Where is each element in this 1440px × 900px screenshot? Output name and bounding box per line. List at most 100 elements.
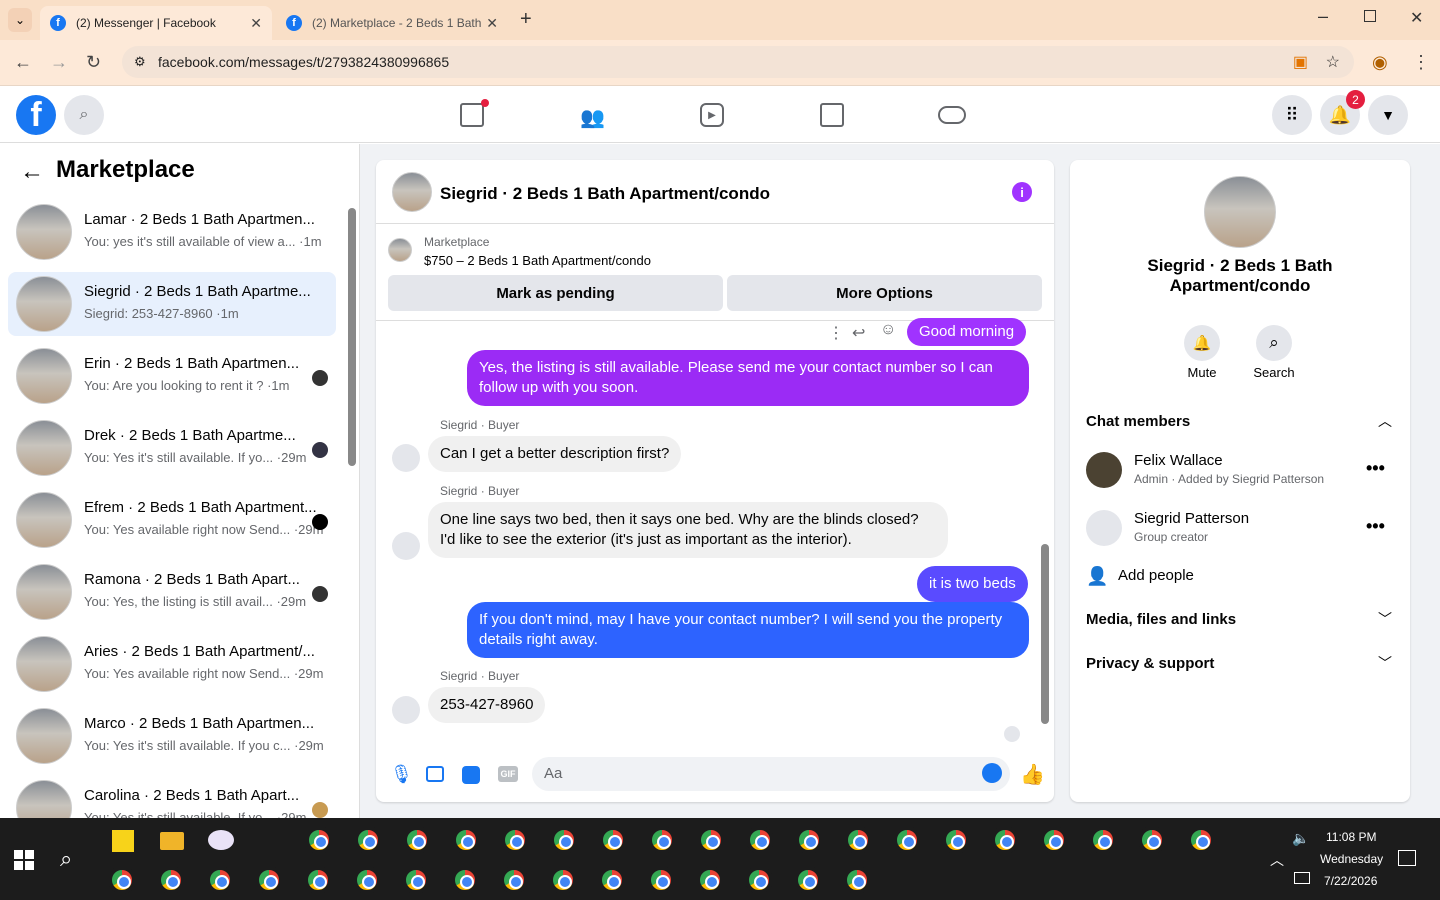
- windows-start-icon[interactable]: [14, 850, 34, 870]
- conversation-item[interactable]: Erin · 2 Beds 1 Bath Apartmen... You: Are…: [8, 344, 336, 408]
- chat-title[interactable]: Siegrid · 2 Beds 1 Bath Apartment/condo: [440, 184, 770, 204]
- chrome-window-icon[interactable]: [991, 826, 1019, 854]
- conversation-item[interactable]: Marco · 2 Beds 1 Bath Apartmen... You: Ye…: [8, 704, 336, 768]
- emoji-icon[interactable]: [982, 763, 1002, 783]
- chrome-window-icon[interactable]: [794, 866, 822, 894]
- url-field[interactable]: ⚙ facebook.com/messages/t/27938243809968…: [122, 46, 1354, 78]
- conversation-item[interactable]: Ramona · 2 Beds 1 Bath Apart... You: Yes,…: [8, 560, 336, 624]
- menu-grid-icon[interactable]: ⠿: [1272, 95, 1312, 135]
- chrome-menu-icon[interactable]: ⋮: [1412, 52, 1430, 73]
- message-incoming[interactable]: One line says two bed, then it says one …: [428, 502, 948, 558]
- chrome-window-icon[interactable]: [746, 826, 774, 854]
- message-input[interactable]: Aa: [532, 757, 1010, 791]
- chat-avatar[interactable]: [392, 172, 432, 212]
- close-window-button[interactable]: ✕: [1410, 8, 1423, 28]
- gif-icon[interactable]: GIF: [498, 766, 518, 782]
- volume-icon[interactable]: 🔈: [1292, 830, 1309, 847]
- sender-avatar[interactable]: [392, 696, 420, 724]
- conversation-item[interactable]: Carolina · 2 Beds 1 Bath Apart... You: Ye…: [8, 776, 336, 818]
- member-options-icon[interactable]: •••: [1366, 516, 1385, 537]
- clock-day[interactable]: Wednesday: [1320, 852, 1383, 866]
- account-chevron-icon[interactable]: ▼: [1368, 95, 1408, 135]
- message-outgoing[interactable]: it is two beds: [917, 566, 1028, 602]
- sticky-notes-icon[interactable]: [112, 830, 134, 852]
- sender-avatar[interactable]: [392, 444, 420, 472]
- chrome-window-icon[interactable]: [501, 826, 529, 854]
- new-tab-button[interactable]: +: [520, 8, 532, 31]
- chrome-window-icon[interactable]: [843, 866, 871, 894]
- network-icon[interactable]: [1294, 872, 1310, 884]
- clock-date[interactable]: 7/22/2026: [1324, 874, 1377, 888]
- chrome-window-icon[interactable]: [1089, 826, 1117, 854]
- react-icon[interactable]: ☺: [880, 321, 896, 339]
- notification-center-icon[interactable]: [1398, 850, 1416, 866]
- member-options-icon[interactable]: •••: [1366, 458, 1385, 479]
- chrome-window-icon[interactable]: [647, 866, 675, 894]
- listing-thumbnail[interactable]: [388, 238, 412, 262]
- mute-bell-icon[interactable]: 🔔: [1184, 325, 1220, 361]
- chrome-window-icon[interactable]: [893, 826, 921, 854]
- chevron-down-icon[interactable]: ﹀: [1378, 653, 1392, 673]
- chrome-window-icon[interactable]: [549, 866, 577, 894]
- show-hidden-icons[interactable]: ︿: [1270, 850, 1284, 870]
- chrome-window-icon[interactable]: [1187, 826, 1215, 854]
- clock-time[interactable]: 11:08 PM: [1326, 830, 1376, 844]
- chrome-window-icon[interactable]: [648, 826, 676, 854]
- message-outgoing[interactable]: Good morning: [907, 318, 1027, 346]
- media-files-links-header[interactable]: Media, files and links: [1086, 611, 1236, 628]
- member-avatar[interactable]: [1086, 452, 1122, 488]
- sticker-icon[interactable]: [462, 766, 480, 784]
- reply-icon[interactable]: ↩: [852, 323, 865, 343]
- chrome-window-icon[interactable]: [354, 826, 382, 854]
- chrome-window-icon[interactable]: [403, 826, 431, 854]
- conversation-item[interactable]: Aries · 2 Beds 1 Bath Apartment/... You: …: [8, 632, 336, 696]
- home-icon[interactable]: [460, 103, 484, 127]
- chrome-window-icon[interactable]: [305, 826, 333, 854]
- conversation-item[interactable]: Drek · 2 Beds 1 Bath Apartme... You: Yes …: [8, 416, 336, 480]
- sidebar-scrollbar[interactable]: [348, 208, 356, 466]
- chrome-window-icon[interactable]: [500, 866, 528, 894]
- gaming-icon[interactable]: [938, 106, 966, 124]
- install-app-icon[interactable]: ▣: [1293, 52, 1308, 72]
- bookmark-star-icon[interactable]: ☆: [1326, 52, 1340, 72]
- chrome-window-icon[interactable]: [1138, 826, 1166, 854]
- facebook-logo[interactable]: f: [16, 95, 56, 135]
- friends-icon[interactable]: 👥: [580, 105, 605, 130]
- chrome-window-icon[interactable]: [108, 866, 136, 894]
- info-icon[interactable]: i: [1012, 182, 1032, 202]
- message-outgoing[interactable]: Yes, the listing is still available. Ple…: [467, 350, 1029, 406]
- chrome-window-icon[interactable]: [451, 866, 479, 894]
- privacy-support-header[interactable]: Privacy & support: [1086, 655, 1214, 672]
- chrome-window-icon[interactable]: [550, 826, 578, 854]
- add-people-button[interactable]: Add people: [1118, 567, 1194, 584]
- tab-messenger[interactable]: f (2) Messenger | Facebook ✕: [40, 6, 272, 40]
- chrome-window-icon[interactable]: [1040, 826, 1068, 854]
- message-outgoing[interactable]: If you don't mind, may I have your conta…: [467, 602, 1029, 658]
- marketplace-icon[interactable]: [820, 103, 844, 127]
- file-explorer-icon[interactable]: [160, 832, 184, 850]
- chrome-window-icon[interactable]: [255, 866, 283, 894]
- watch-icon[interactable]: ▶: [700, 103, 724, 127]
- profile-icon[interactable]: ◉: [1372, 52, 1388, 73]
- taskbar-search-icon[interactable]: ⌕: [60, 846, 72, 872]
- chevron-up-icon[interactable]: ︿: [1378, 411, 1392, 431]
- member-name[interactable]: Siegrid Patterson: [1134, 510, 1249, 527]
- close-tab-icon[interactable]: ✕: [250, 15, 262, 32]
- listing-description[interactable]: $750 – 2 Beds 1 Bath Apartment/condo: [424, 253, 651, 268]
- details-avatar[interactable]: [1204, 176, 1276, 248]
- chevron-down-icon[interactable]: ﹀: [1378, 609, 1392, 629]
- chrome-window-icon[interactable]: [942, 826, 970, 854]
- member-name[interactable]: Felix Wallace: [1134, 452, 1223, 469]
- close-tab-icon[interactable]: ✕: [486, 15, 498, 32]
- chrome-window-icon[interactable]: [844, 826, 872, 854]
- back-arrow-icon[interactable]: ←: [20, 158, 44, 186]
- message-incoming[interactable]: 253-427-8960: [428, 687, 546, 723]
- chrome-window-icon[interactable]: [206, 866, 234, 894]
- forward-icon[interactable]: →: [50, 52, 68, 73]
- photo-icon[interactable]: [426, 766, 444, 782]
- conversation-item[interactable]: Siegrid · 2 Beds 1 Bath Apartme... Siegri…: [8, 272, 336, 336]
- chrome-window-icon[interactable]: [599, 826, 627, 854]
- chrome-window-icon[interactable]: [304, 866, 332, 894]
- site-info-icon[interactable]: ⚙: [134, 54, 146, 70]
- sender-avatar[interactable]: [392, 532, 420, 560]
